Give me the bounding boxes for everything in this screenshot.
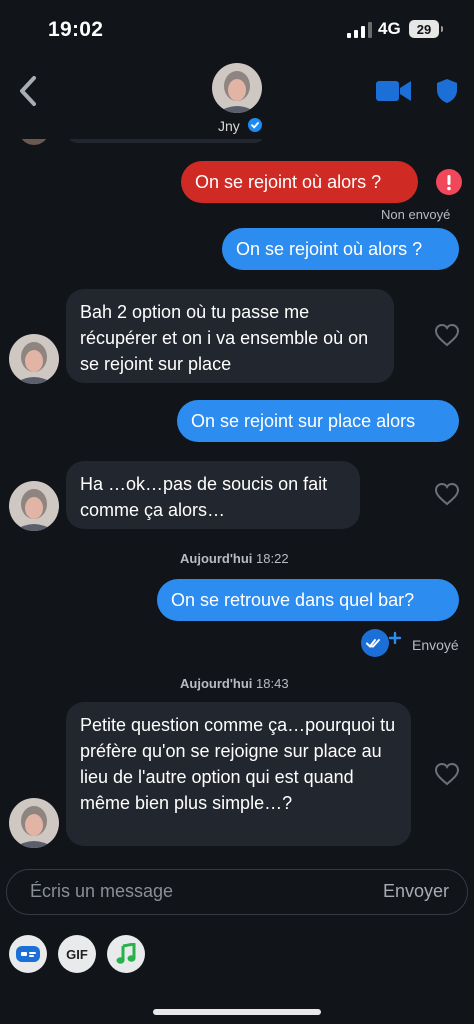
contact-avatar-small[interactable] bbox=[9, 798, 59, 848]
incoming-message-bubble[interactable]: Petite question comme ça…pourquoi tu pré… bbox=[66, 702, 411, 846]
message-status: Envoyé bbox=[412, 637, 459, 653]
message-text: Ha …ok…pas de soucis on fait comme ça al… bbox=[80, 474, 328, 520]
gif-label: GIF bbox=[66, 946, 88, 962]
outgoing-message-bubble[interactable]: On se rejoint sur place alors bbox=[177, 400, 459, 442]
date-separator: Aujourd'hui 18:43 bbox=[180, 676, 289, 691]
message-text: On se rejoint sur place alors bbox=[191, 411, 416, 431]
error-icon[interactable] bbox=[436, 169, 462, 195]
sticker-button[interactable] bbox=[9, 935, 47, 973]
contact-avatar[interactable] bbox=[212, 63, 262, 113]
date-label: Aujourd'hui bbox=[180, 551, 253, 566]
home-indicator bbox=[153, 1009, 321, 1015]
heart-icon[interactable] bbox=[434, 323, 460, 347]
send-button[interactable]: Envoyer bbox=[383, 881, 449, 902]
contact-avatar-small[interactable] bbox=[9, 481, 59, 531]
date-time: 18:43 bbox=[256, 676, 289, 691]
network-label: 4G bbox=[378, 19, 401, 38]
date-label: Aujourd'hui bbox=[180, 676, 253, 691]
video-call-icon[interactable] bbox=[376, 80, 412, 102]
verified-icon bbox=[248, 118, 262, 132]
music-button[interactable] bbox=[107, 935, 145, 973]
back-icon[interactable] bbox=[14, 74, 42, 108]
contact-name[interactable]: Jny bbox=[218, 118, 240, 134]
read-receipt-icon bbox=[361, 629, 402, 657]
message-text: On se retrouve dans quel bar? bbox=[171, 590, 415, 610]
message-text: On se rejoint où alors ? bbox=[195, 172, 382, 192]
music-note-icon bbox=[116, 943, 136, 964]
failed-message-bubble[interactable]: On se rejoint où alors ? bbox=[181, 161, 418, 203]
previous-message-fragment bbox=[0, 139, 474, 151]
heart-icon[interactable] bbox=[434, 482, 460, 506]
gif-button[interactable]: GIF bbox=[58, 935, 96, 973]
message-input-placeholder[interactable]: Écris un message bbox=[30, 881, 173, 902]
shield-icon[interactable] bbox=[436, 78, 458, 104]
heart-icon[interactable] bbox=[434, 762, 460, 786]
signal-icon bbox=[347, 22, 372, 38]
status-time: 19:02 bbox=[48, 18, 104, 41]
message-text: On se rejoint où alors ? bbox=[236, 239, 423, 259]
message-text: Bah 2 option où tu passe me récupérer et… bbox=[80, 302, 369, 374]
card-icon bbox=[16, 946, 40, 962]
date-time: 18:22 bbox=[256, 551, 289, 566]
message-status: Non envoyé bbox=[381, 207, 451, 222]
contact-avatar-small[interactable] bbox=[9, 334, 59, 384]
incoming-message-bubble[interactable]: Bah 2 option où tu passe me récupérer et… bbox=[66, 289, 394, 383]
incoming-message-bubble[interactable]: Ha …ok…pas de soucis on fait comme ça al… bbox=[66, 461, 360, 529]
date-separator: Aujourd'hui 18:22 bbox=[180, 551, 289, 566]
outgoing-message-bubble[interactable]: On se rejoint où alors ? bbox=[222, 228, 459, 270]
outgoing-message-bubble[interactable]: On se retrouve dans quel bar? bbox=[157, 579, 459, 621]
message-text: Petite question comme ça…pourquoi tu pré… bbox=[80, 715, 396, 813]
battery-icon: 29 bbox=[409, 20, 443, 38]
